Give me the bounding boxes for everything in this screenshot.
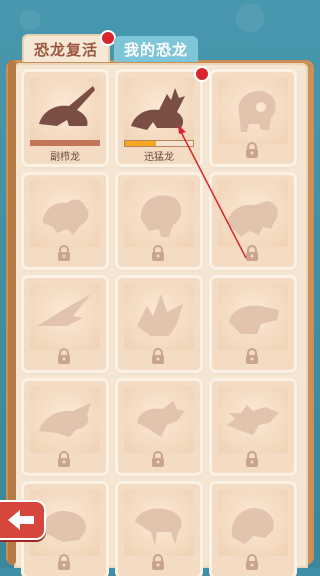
padlock-icon [152,245,164,261]
dino-card[interactable] [24,175,106,267]
dino-card[interactable]: 副栉龙 [24,72,106,164]
dino-skull-icon [227,201,278,237]
dino-card[interactable] [118,381,200,473]
dino-card[interactable] [212,381,294,473]
back-arrow-icon [8,510,34,530]
dino-skull-icon [37,294,91,326]
padlock-icon [246,142,258,158]
dino-skull-icon [231,508,274,544]
dino-card[interactable] [212,72,294,164]
dino-card[interactable] [212,175,294,267]
dino-card[interactable] [118,278,200,370]
dino-name: 迅猛龙 [144,152,174,163]
book-spine [8,60,16,565]
dino-skull-icon [135,508,182,546]
dino-card[interactable] [118,484,200,576]
dino-skull-icon [39,86,95,126]
padlock-icon [152,348,164,364]
padlock-icon [152,451,164,467]
notification-badge [194,66,210,82]
progress-bar [124,140,194,147]
back-button[interactable] [0,500,46,540]
tab-label: 我的恐龙 [124,40,189,59]
padlock-icon [58,245,70,261]
padlock-icon [246,245,258,261]
padlock-icon [58,348,70,364]
dino-card[interactable] [212,484,294,576]
dino-skull-icon [140,195,182,237]
dino-card[interactable]: 迅猛龙 [118,66,210,164]
dino-skull-icon [43,199,89,235]
padlock-icon [58,451,70,467]
tab-bar: 恐龙复活 我的恐龙 [22,30,199,64]
dino-skull-icon [39,403,91,437]
dino-card[interactable] [118,175,200,267]
tab-label: 恐龙复活 [34,40,99,59]
dino-card[interactable] [24,278,106,370]
dino-card[interactable] [24,381,106,473]
tab-dino-revival[interactable]: 恐龙复活 [22,30,117,62]
dino-card[interactable] [212,278,294,370]
completion-bar [30,140,100,146]
dino-name: 副栉龙 [50,152,80,163]
tab-my-dinos[interactable]: 我的恐龙 [114,36,199,62]
dino-skull-icon [137,401,185,437]
padlock-icon [246,451,258,467]
dino-skull-icon [238,91,276,132]
dino-skull-icon [131,88,185,130]
dino-skull-icon [227,405,279,435]
dino-skull-icon [137,294,183,336]
padlock-icon [246,348,258,364]
dino-skull-icon [229,305,279,334]
progress-fill [125,141,156,146]
